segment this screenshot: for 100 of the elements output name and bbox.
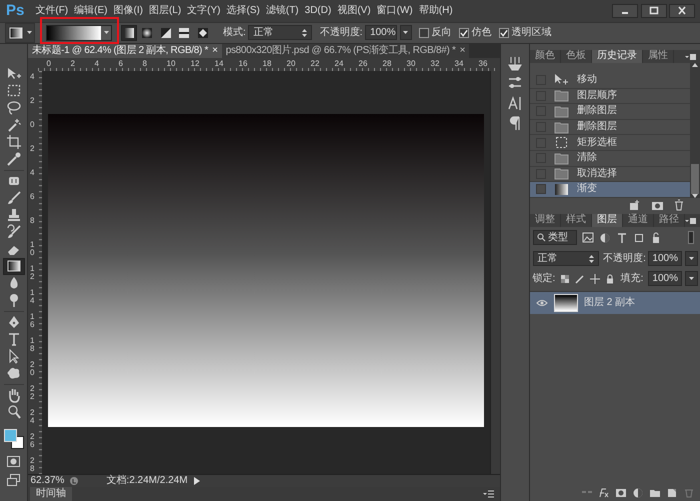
caret-icon[interactable]	[688, 277, 694, 280]
new-layer-icon[interactable]	[666, 487, 678, 499]
menu-item[interactable]: 文字(Y)	[184, 4, 224, 17]
history-item[interactable]: 矩形选框	[530, 135, 690, 151]
history-item[interactable]: 取消选择	[530, 166, 690, 182]
tab-close[interactable]: ×	[212, 44, 218, 57]
foreground-color-swatch[interactable]	[4, 428, 16, 442]
half-circle-icon[interactable]	[598, 232, 610, 244]
sliders-icon[interactable]	[508, 76, 522, 91]
screen-mode-icon[interactable]	[6, 473, 21, 488]
checker-icon[interactable]	[560, 274, 570, 284]
history-item[interactable]: 渐变	[530, 182, 690, 198]
ruler-label: 0	[30, 120, 34, 129]
close-button[interactable]	[669, 4, 695, 18]
ruler-label: 2	[30, 144, 34, 153]
gradient-picker[interactable]	[46, 24, 112, 41]
folder-icon	[554, 150, 569, 166]
ruler-label: 2	[70, 58, 75, 68]
checkbox-label: 反向	[432, 26, 452, 39]
panel-tab[interactable]: 历史记录	[592, 50, 643, 63]
gradient-tool[interactable]	[2, 258, 24, 275]
menu-item[interactable]: 文件(F)	[32, 4, 72, 17]
history-item[interactable]: 移动	[530, 72, 690, 89]
panel-menu-icon[interactable]	[685, 216, 696, 225]
tab-close[interactable]: ×	[460, 44, 466, 57]
ruler-label: 10	[30, 240, 34, 257]
gradient-icon	[6, 258, 22, 274]
caret-icon[interactable]	[688, 257, 694, 260]
caret-icon	[104, 31, 108, 34]
tool-preset-picker[interactable]	[5, 22, 34, 43]
mode-select[interactable]: 正常	[248, 25, 312, 40]
ruler-label: 14	[30, 288, 34, 305]
history-item[interactable]: 删除图层	[530, 104, 690, 120]
blend-mode-select[interactable]: 正常	[532, 251, 598, 266]
brush-icon	[6, 224, 22, 240]
menu-item[interactable]: 图像(I)	[110, 4, 146, 17]
history-item[interactable]: 图层顺序	[530, 88, 690, 104]
history-item[interactable]: 清除	[530, 150, 690, 166]
new-document-icon[interactable]	[629, 198, 641, 211]
folder-icon[interactable]	[649, 487, 661, 499]
play-icon[interactable]	[192, 476, 201, 486]
fill-field[interactable]: 100%	[648, 271, 682, 286]
clock-icon[interactable]	[69, 476, 80, 486]
checkbox[interactable]	[459, 28, 470, 38]
move-icon[interactable]	[590, 274, 600, 284]
ruler-label: 20	[30, 360, 34, 377]
shape-icon[interactable]	[632, 232, 644, 244]
ruler-label: 22	[310, 58, 320, 68]
document-tab[interactable]: 未标题-1 @ 62.4% (图层 2 副本, RGB/8) * ×	[28, 44, 222, 58]
menu-item[interactable]: 滤镜(T)	[262, 4, 302, 17]
scroll-thumb[interactable]	[691, 164, 699, 194]
gradient-icon	[554, 182, 569, 197]
angle-gradient-icon	[160, 26, 172, 39]
mask-icon[interactable]	[615, 487, 627, 499]
minimize-button[interactable]	[612, 4, 638, 18]
ruler-label: 14	[214, 58, 224, 68]
menu-item[interactable]: 选择(S)	[224, 4, 263, 17]
opacity-label: 不透明度:	[603, 252, 646, 265]
type-icon[interactable]	[616, 232, 628, 244]
menu-item[interactable]: 3D(D)	[302, 4, 334, 17]
maximize-button[interactable]	[640, 4, 666, 18]
document-tab[interactable]: ps800x320图片.psd @ 66.7% (PS渐变工具, RGB/8#) * ×	[222, 44, 470, 58]
character-icon[interactable]	[508, 96, 522, 111]
menu-item[interactable]: 视图(V)	[334, 4, 374, 17]
filter-toggle[interactable]	[688, 231, 694, 244]
linear-gradient-icon	[122, 26, 134, 39]
panel-menu-icon[interactable]	[685, 52, 696, 61]
half-circle-icon[interactable]	[632, 487, 644, 499]
fx-icon[interactable]	[598, 487, 610, 499]
panel-tab[interactable]: 图层	[592, 214, 623, 227]
lock-icon[interactable]	[605, 274, 616, 284]
mask-icon[interactable]	[6, 454, 21, 469]
checkbox-label: 仿色	[472, 26, 492, 39]
panel-menu-icon[interactable]	[483, 490, 494, 498]
eye-icon[interactable]	[536, 299, 548, 308]
ruler-label: 28	[382, 58, 392, 68]
ruler-label: 26	[358, 58, 368, 68]
opacity-field[interactable]: 100%	[365, 25, 398, 40]
opacity-field[interactable]: 100%	[648, 251, 682, 266]
menu-item[interactable]: 编辑(E)	[71, 4, 110, 17]
checkbox[interactable]	[499, 28, 510, 38]
layer-row[interactable]: 图层 2 副本	[530, 292, 700, 314]
timeline-tab[interactable]: 时间轴	[30, 487, 72, 501]
trash-icon[interactable]	[673, 198, 685, 211]
checkbox[interactable]	[419, 28, 430, 38]
filter-select[interactable]: 类型	[532, 230, 576, 246]
crop-icon	[6, 134, 22, 150]
image-icon[interactable]	[582, 232, 594, 244]
lock-label: 锁定:	[532, 272, 556, 285]
radial-gradient-icon	[141, 26, 153, 39]
history-item[interactable]: 删除图层	[530, 120, 690, 136]
brush-icon[interactable]	[575, 274, 586, 284]
menu-item[interactable]: 图层(L)	[146, 4, 184, 17]
scroll-bar[interactable]	[690, 62, 700, 198]
paragraph-icon[interactable]	[508, 116, 522, 131]
menu-item[interactable]: 窗口(W)	[374, 4, 416, 17]
brush-preset-icon[interactable]	[508, 56, 522, 71]
menu-item[interactable]: 帮助(H)	[416, 4, 456, 17]
gradient-type-button[interactable]	[120, 24, 136, 41]
snapshot-checkbox[interactable]	[536, 184, 546, 194]
